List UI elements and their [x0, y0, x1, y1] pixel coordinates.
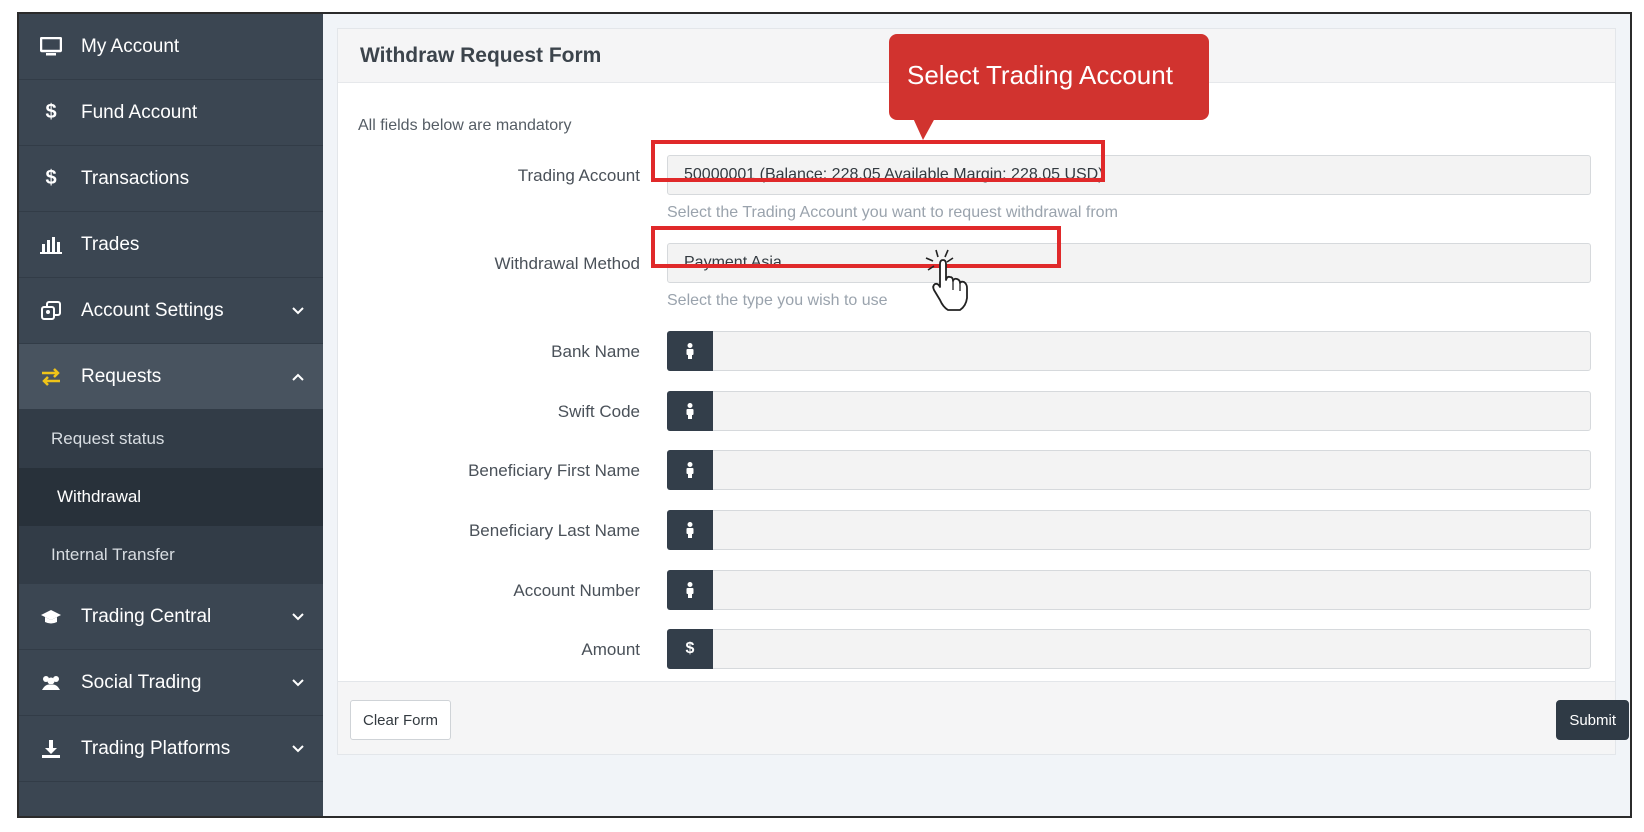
sidebar-item-fund-account[interactable]: $ Fund Account [19, 80, 323, 146]
callout-tail [913, 118, 935, 140]
sidebar-item-label: Trades [81, 233, 140, 255]
sidebar: My Account $ Fund Account $ Transactions… [19, 14, 323, 816]
sidebar-item-label: Trading Platforms [81, 737, 231, 759]
callout-tooltip: Select Trading Account [889, 34, 1209, 120]
trading-account-row: Trading Account 50000001 (Balance: 228.0… [338, 155, 1615, 197]
sidebar-item-label: Social Trading [81, 671, 202, 693]
sidebar-item-requests[interactable]: Requests [19, 344, 323, 410]
person-icon [667, 510, 713, 550]
mandatory-note: All fields below are mandatory [358, 117, 572, 134]
sidebar-item-transactions[interactable]: $ Transactions [19, 146, 323, 212]
person-icon [667, 450, 713, 490]
screenshot-frame: My Account $ Fund Account $ Transactions… [17, 12, 1632, 818]
page-title: Withdraw Request Form [360, 43, 602, 67]
trading-account-value: 50000001 (Balance: 228.05 Available Marg… [684, 166, 1104, 183]
dollar-icon: $ [45, 101, 57, 123]
beneficiary-last-name-row: Beneficiary Last Name [338, 510, 1615, 552]
bank-name-field[interactable] [667, 331, 1591, 371]
monitor-icon [39, 36, 63, 57]
person-icon [667, 391, 713, 431]
person-icon [667, 570, 713, 610]
chevron-down-icon [291, 676, 305, 690]
graduation-cap-icon [39, 608, 63, 626]
trading-account-label: Trading Account [517, 166, 640, 185]
hand-pointer-icon [920, 244, 980, 314]
bank-name-label: Bank Name [551, 342, 640, 361]
download-icon [39, 739, 63, 759]
sidebar-item-label: My Account [81, 35, 180, 57]
sidebar-item-trading-platforms[interactable]: Trading Platforms [19, 716, 323, 782]
account-number-label: Account Number [513, 581, 640, 600]
bar-chart-icon [39, 236, 63, 254]
sidebar-subitem-withdrawal[interactable]: Withdrawal [19, 468, 323, 526]
amount-label: Amount [581, 640, 640, 659]
sidebar-subitem-request-status[interactable]: Request status [19, 410, 323, 468]
chevron-down-icon [291, 304, 305, 318]
sidebar-item-label: Trading Central [81, 605, 212, 627]
exchange-icon [39, 367, 63, 386]
dollar-icon: $ [45, 167, 57, 189]
sidebar-item-my-account[interactable]: My Account [19, 14, 323, 80]
beneficiary-last-name-label: Beneficiary Last Name [468, 521, 640, 540]
sidebar-item-label: Transactions [81, 167, 190, 189]
amount-row: Amount $ [338, 629, 1615, 671]
bank-name-row: Bank Name [338, 331, 1615, 373]
trading-account-select[interactable]: 50000001 (Balance: 228.05 Available Marg… [667, 155, 1591, 195]
swift-code-field[interactable] [667, 391, 1591, 431]
trading-account-help: Select the Trading Account you want to r… [667, 204, 1118, 221]
withdrawal-method-value: Payment Asia [684, 254, 782, 271]
withdrawal-method-label: Withdrawal Method [494, 254, 640, 273]
settings-copy-icon [39, 300, 63, 321]
sidebar-item-label: Account Settings [81, 299, 224, 321]
person-icon [667, 331, 713, 371]
sidebar-item-trades[interactable]: Trades [19, 212, 323, 278]
callout-text: Select Trading Account [907, 60, 1173, 90]
withdrawal-method-help: Select the type you wish to use [667, 292, 888, 309]
sidebar-item-social-trading[interactable]: Social Trading [19, 650, 323, 716]
swift-code-row: Swift Code [338, 391, 1615, 433]
sidebar-item-label: Requests [81, 365, 162, 387]
account-number-field[interactable] [667, 570, 1591, 610]
withdraw-form-card: Withdraw Request Form All fields below a… [337, 28, 1629, 755]
beneficiary-first-name-row: Beneficiary First Name [338, 450, 1615, 492]
dollar-icon: $ [667, 629, 713, 669]
beneficiary-first-name-label: Beneficiary First Name [468, 461, 640, 480]
swift-code-label: Swift Code [557, 402, 640, 421]
chevron-down-icon [291, 610, 305, 624]
users-icon [39, 674, 63, 692]
form-footer: Clear Form Submit [338, 681, 1629, 754]
sidebar-item-account-settings[interactable]: Account Settings [19, 278, 323, 344]
withdrawal-method-select[interactable]: Payment Asia [667, 243, 1591, 283]
sidebar-item-trading-central[interactable]: Trading Central [19, 584, 323, 650]
chevron-up-icon [291, 370, 305, 384]
beneficiary-last-name-field[interactable] [667, 510, 1591, 550]
account-number-row: Account Number [338, 570, 1615, 612]
amount-field[interactable]: $ [667, 629, 1591, 669]
chevron-down-icon [291, 742, 305, 756]
clear-form-button[interactable]: Clear Form [350, 700, 452, 740]
sidebar-item-label: Fund Account [81, 101, 198, 123]
submit-button[interactable]: Submit [1556, 700, 1629, 740]
beneficiary-first-name-field[interactable] [667, 450, 1591, 490]
main-content: Withdraw Request Form All fields below a… [323, 14, 1630, 816]
sidebar-subitem-internal-transfer[interactable]: Internal Transfer [19, 526, 323, 584]
